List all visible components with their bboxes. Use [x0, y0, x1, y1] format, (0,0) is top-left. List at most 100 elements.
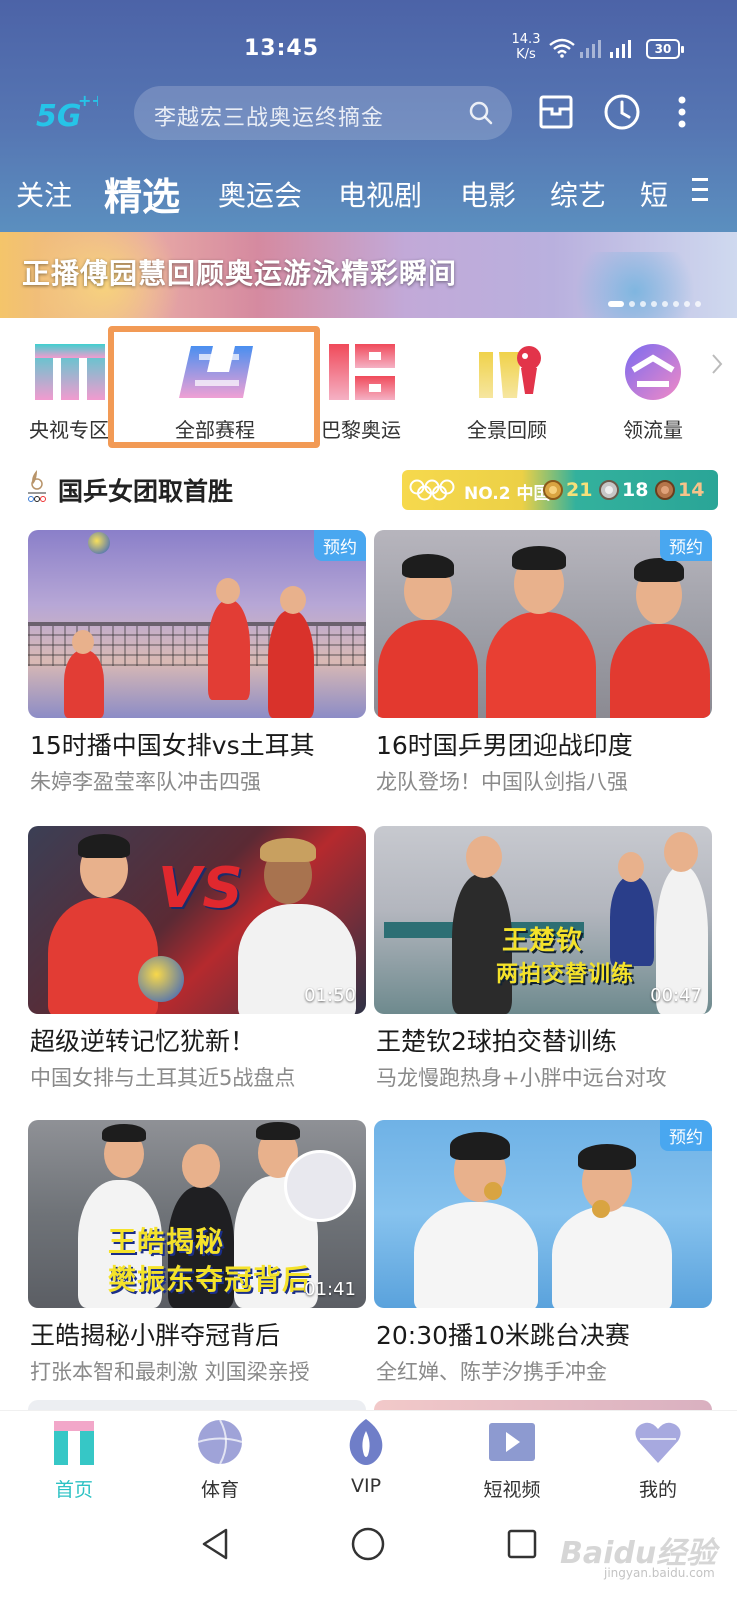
video-card[interactable]: VS 01:50 超级逆转记忆犹新！ 中国女排与土耳其近5战盘点	[28, 826, 366, 1096]
nav-label: 我的	[638, 1479, 677, 1501]
card-subtitle: 龙队登场！中国队剑指八强	[376, 770, 628, 794]
hero-banner[interactable]: 正播傅园慧回顾奥运游泳精彩瞬间	[0, 232, 737, 318]
status-bar: 13:45 14.3 K/s 30	[0, 0, 737, 80]
status-time: 13:45	[244, 36, 320, 61]
nav-short-video[interactable]: 短视频	[462, 1417, 562, 1502]
bottom-navigation: 首页 体育 VIP 短视频 我的	[0, 1410, 737, 1506]
5g-logo-icon[interactable]: 5G ++	[34, 90, 98, 134]
pagination-dot	[684, 301, 690, 307]
gold-medal-icon	[543, 480, 563, 500]
tab-variety[interactable]: 综艺	[550, 174, 606, 214]
pagination-dot	[629, 301, 635, 307]
pagination-dot	[640, 301, 646, 307]
quick-entry-label: 全景回顾	[467, 418, 547, 442]
channel-tabs: 关注 精选 奥运会 电视剧 电影 综艺 短	[0, 160, 737, 220]
section-header: 国乒女团取首胜 NO.2 中国 21 18 14	[0, 464, 737, 514]
bronze-count: 14	[678, 479, 705, 501]
paris-2024-logo-icon	[28, 470, 46, 502]
net-speed-value: 14.3	[511, 32, 541, 47]
nav-home[interactable]: 首页	[24, 1417, 124, 1502]
message-box-icon[interactable]	[536, 92, 576, 132]
card-subtitle: 中国女排与土耳其近5战盘点	[30, 1066, 296, 1090]
nav-sports[interactable]: 体育	[170, 1417, 270, 1502]
tab-featured[interactable]: 精选	[104, 166, 180, 221]
signal-icon-sim2	[610, 40, 631, 58]
nav-label: 短视频	[483, 1479, 541, 1501]
card-title: 20:30播10米跳台决赛	[376, 1321, 630, 1350]
search-bar[interactable]: 李越宏三战奥运终摘金	[134, 86, 512, 140]
video-thumbnail: 王楚钦 两拍交替训练 00:47	[374, 826, 712, 1014]
section-title: 国乒女团取首胜	[58, 477, 234, 506]
pagination-dot	[651, 301, 657, 307]
video-card[interactable]: 预约 16时国乒男团迎战印度 龙队登场！中国队剑指八强	[374, 530, 712, 800]
video-card[interactable]: 预约 15时播中国女排vs土耳其 朱婷李盈莹率队冲击四强	[28, 530, 366, 800]
tab-olympics[interactable]: 奥运会	[218, 174, 302, 214]
net-speed-unit: K/s	[516, 47, 536, 62]
card-subtitle: 朱婷李盈莹率队冲击四强	[30, 770, 261, 794]
nav-label: 首页	[54, 1479, 93, 1501]
wifi-icon	[549, 38, 575, 58]
reserve-badge[interactable]: 预约	[314, 530, 366, 561]
medal-table-bar[interactable]: NO.2 中国 21 18 14	[402, 470, 718, 510]
history-clock-icon[interactable]	[602, 92, 642, 132]
vip-icon	[349, 1419, 383, 1465]
nav-label: 体育	[200, 1479, 239, 1501]
battery-indicator: 30	[646, 39, 684, 59]
quick-entry-data-bonus[interactable]: 领流量	[588, 330, 718, 442]
video-thumbnail: 预约	[374, 530, 712, 718]
nav-vip[interactable]: VIP	[316, 1417, 416, 1497]
tab-movies[interactable]: 电影	[460, 174, 516, 214]
panorama-review-icon	[479, 346, 541, 398]
home-circle-icon[interactable]	[348, 1524, 388, 1564]
silver-count: 18	[622, 479, 649, 501]
quick-entry-label: 领流量	[623, 418, 683, 442]
banner-swimmer-art	[560, 252, 710, 318]
pagination-dot	[662, 301, 668, 307]
video-card[interactable]: 预约 20:30播10米跳台决赛 全红婵、陈芋汐携手冲金	[374, 1120, 712, 1390]
home-icon	[54, 1421, 94, 1465]
network-speed: 14.3 K/s	[508, 32, 544, 62]
chevron-right-icon[interactable]	[710, 352, 724, 376]
video-card[interactable]: 王皓揭秘 樊振东夺冠背后 01:41 王皓揭秘小胖夺冠背后 打张本智和最刺激 刘…	[28, 1120, 366, 1390]
quick-entry-panorama[interactable]: 全景回顾	[442, 330, 572, 442]
tab-short[interactable]: 短	[640, 174, 668, 214]
sports-icon	[197, 1419, 243, 1465]
card-subtitle: 全红婵、陈芋汐携手冲金	[376, 1360, 607, 1384]
recents-square-icon[interactable]	[502, 1524, 542, 1564]
svg-text:++: ++	[78, 91, 98, 110]
more-vertical-icon[interactable]	[672, 92, 692, 132]
tab-tv-series[interactable]: 电视剧	[338, 174, 422, 214]
signal-icon-sim1	[580, 40, 601, 58]
tab-menu-icon[interactable]	[690, 174, 710, 206]
video-duration: 01:50	[304, 985, 356, 1006]
watermark-url: jingyan.baidu.com	[604, 1566, 715, 1580]
video-duration: 00:47	[650, 985, 702, 1006]
overlay-line-1: 王楚钦	[502, 926, 584, 956]
pagination-dot	[608, 301, 624, 307]
card-title: 王皓揭秘小胖夺冠背后	[30, 1321, 281, 1350]
reserve-badge[interactable]: 预约	[660, 530, 712, 561]
banner-pagination	[608, 292, 706, 307]
silver-medal-icon	[599, 480, 619, 500]
banner-title: 正播傅园慧回顾奥运游泳精彩瞬间	[22, 257, 458, 290]
vs-overlay-text: VS	[158, 856, 244, 921]
video-duration: 01:41	[304, 1279, 356, 1300]
card-title: 王楚钦2球拍交替训练	[376, 1027, 617, 1056]
gold-count: 21	[566, 479, 593, 501]
back-triangle-icon[interactable]	[196, 1524, 236, 1564]
search-input[interactable]: 李越宏三战奥运终摘金	[154, 100, 384, 132]
card-title: 超级逆转记忆犹新！	[30, 1027, 256, 1056]
video-card[interactable]: 王楚钦 两拍交替训练 00:47 王楚钦2球拍交替训练 马龙慢跑热身+小胖中远台…	[374, 826, 712, 1096]
reserve-badge[interactable]: 预约	[660, 1120, 712, 1151]
olympic-rings-icon	[409, 479, 455, 501]
medal-rank: NO.2 中国	[464, 484, 551, 504]
nav-profile[interactable]: 我的	[608, 1417, 708, 1502]
svg-text:5G: 5G	[36, 99, 82, 134]
tab-follow[interactable]: 关注	[16, 174, 72, 214]
overlay-line-1: 王皓揭秘	[108, 1225, 225, 1258]
card-subtitle: 马龙慢跑热身+小胖中远台对攻	[376, 1066, 667, 1090]
video-thumbnail: VS 01:50	[28, 826, 366, 1014]
search-icon[interactable]	[468, 100, 494, 126]
card-title: 15时播中国女排vs土耳其	[30, 731, 315, 760]
overlay-line-2: 两拍交替训练	[496, 962, 635, 987]
